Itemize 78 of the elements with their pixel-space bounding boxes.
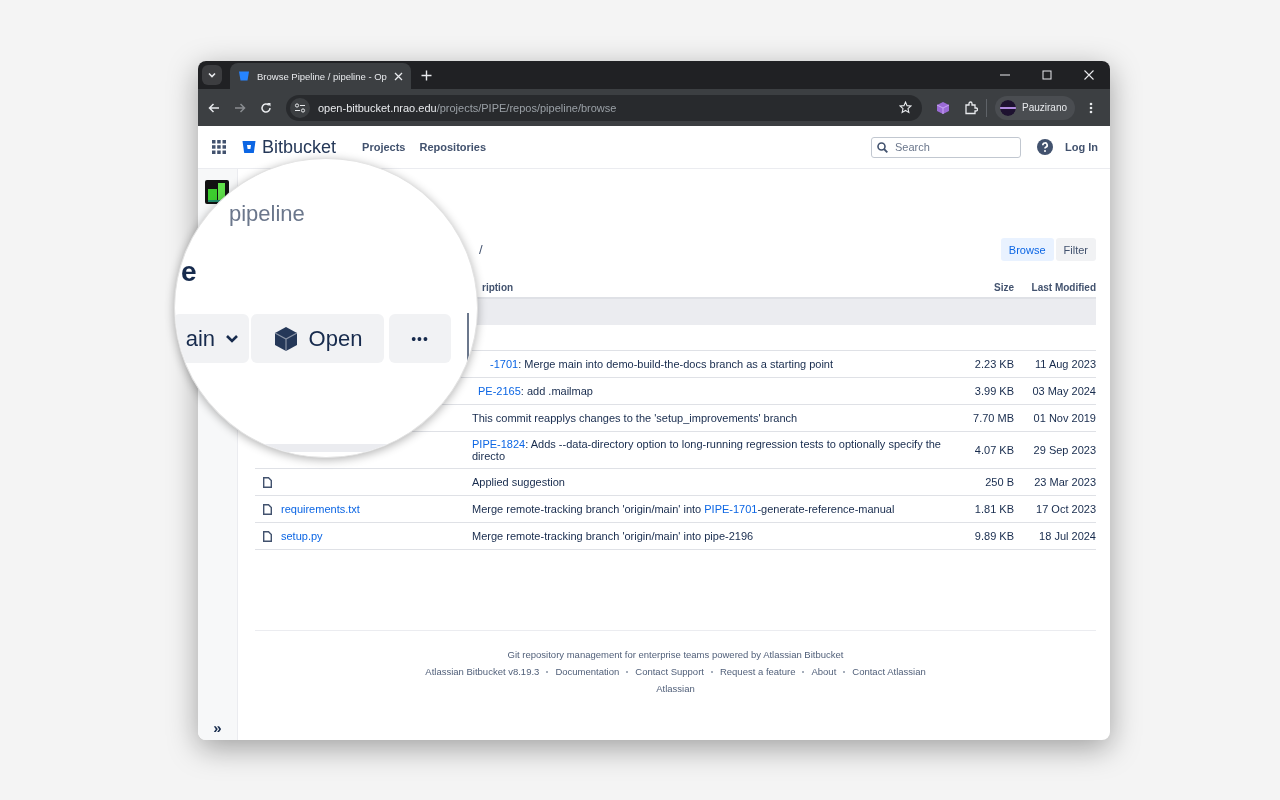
column-header: Size: [993, 281, 1014, 293]
project-avatar-icon[interactable]: [204, 180, 229, 204]
browser-tab[interactable]: Browse Pipeline / pipeline - Op: [230, 63, 411, 89]
file-size: 7.70 MB: [972, 411, 1014, 426]
commit-message: Applied suggestion: [472, 475, 566, 490]
modified-date: 17 Oct 2023: [1035, 502, 1096, 517]
column-header: Last Modified: [1030, 281, 1096, 293]
more-actions-button[interactable]: •••: [389, 314, 451, 363]
file-size: 9.89 KB: [973, 529, 1014, 544]
star-icon[interactable]: [899, 101, 912, 114]
site-info-icon[interactable]: [290, 97, 310, 118]
file-size: 4.07 KB: [973, 443, 1014, 458]
commit-message: This commit reapplys changes to the 'setup_improvements' branch: [472, 411, 799, 426]
login-link[interactable]: Log In: [1065, 141, 1098, 153]
new-tab-icon[interactable]: [420, 69, 432, 81]
back-icon[interactable]: [208, 101, 220, 114]
modified-date: 23 Mar 2023: [1033, 475, 1096, 490]
file-size: 1.81 KB: [973, 502, 1014, 517]
url-text: open-bitbucket.nrao.edu/projects/PIPE/repos/pipeline/browse: [318, 101, 617, 114]
footer-link[interactable]: About: [811, 666, 837, 677]
bucket-icon: [238, 70, 250, 82]
footer-link[interactable]: Contact Atlassian: [852, 666, 926, 677]
file-icon: [263, 476, 272, 488]
menu-icon[interactable]: [1089, 101, 1094, 114]
cube-icon: [272, 325, 299, 352]
app-switcher-icon[interactable]: [212, 140, 226, 154]
help-icon[interactable]: [1037, 139, 1053, 155]
avatar-icon: [1000, 99, 1016, 116]
product-name[interactable]: Bitbucket: [262, 136, 337, 158]
profile-button[interactable]: Pauzirano: [995, 95, 1076, 120]
modified-date: 29 Sep 2023: [1032, 443, 1096, 458]
maximize-icon[interactable]: [1042, 70, 1052, 80]
file-link[interactable]: requirements.txt: [281, 503, 360, 515]
file-link[interactable]: setup.py: [281, 530, 323, 542]
nav-link[interactable]: Repositories: [419, 141, 487, 153]
open-button[interactable]: Open: [251, 314, 384, 363]
column-header: ription: [481, 281, 515, 293]
footer-link[interactable]: Request a feature: [719, 666, 796, 677]
footer-link[interactable]: Contact Support: [635, 666, 704, 677]
tab-list-button[interactable]: [202, 65, 222, 85]
address-bar[interactable]: open-bitbucket.nrao.edu/projects/PIPE/repos/pipeline/browse: [286, 94, 922, 121]
view-toggle-button[interactable]: Browse: [1000, 238, 1054, 261]
modified-date: 01 Nov 2019: [1032, 411, 1096, 426]
cube-icon[interactable]: [936, 100, 950, 115]
chevron-down-icon: [207, 70, 217, 80]
file-size: 2.23 KB: [973, 357, 1014, 372]
file-icon: [263, 530, 272, 542]
puzzle-icon[interactable]: [964, 100, 978, 115]
close-icon[interactable]: [1084, 70, 1094, 80]
reload-icon[interactable]: [260, 101, 272, 114]
footer-link[interactable]: Atlassian Bitbucket v8.19.3: [425, 666, 540, 677]
file-icon: [263, 503, 272, 515]
search-field[interactable]: Search: [871, 136, 1021, 158]
file-size: 3.99 KB: [973, 384, 1014, 399]
footer-tagline: Git repository management for enterprise teams powered by Atlassian Bitbucket: [507, 649, 844, 660]
issue-link[interactable]: PIPE-1701: [704, 503, 758, 515]
bucket-icon[interactable]: [242, 140, 256, 154]
modified-date: 03 May 2024: [1031, 384, 1096, 399]
modified-date: 18 Jul 2024: [1038, 529, 1096, 544]
commit-message: Merge remote-tracking branch 'origin/main' into PIPE-1701-generate-reference-manual: [472, 502, 896, 517]
issue-link[interactable]: PE-2165: [478, 385, 521, 397]
search-icon: [877, 141, 888, 153]
commit-message: Merge remote-tracking branch 'origin/main' into pipe-2196: [472, 529, 755, 544]
tab-title: Browse Pipeline / pipeline - Op: [257, 70, 387, 82]
atlassian-logo-text[interactable]: Atlassian: [656, 683, 695, 694]
branch-selector[interactable]: ain: [175, 314, 249, 363]
breadcrumb-separator: /: [479, 242, 483, 257]
expand-sidebar-button[interactable]: »: [213, 719, 222, 736]
close-icon[interactable]: [393, 71, 403, 81]
modified-date: 11 Aug 2023: [1034, 357, 1096, 372]
footer-link[interactable]: Documentation: [555, 666, 620, 677]
view-toggle-button[interactable]: Filter: [1055, 238, 1096, 261]
file-size: 250 B: [984, 475, 1014, 490]
repository-name: pipeline: [229, 201, 305, 227]
forward-icon[interactable]: [234, 101, 246, 114]
page-heading: e: [181, 256, 197, 288]
nav-link[interactable]: Projects: [362, 141, 406, 153]
caret-icon: [225, 334, 239, 343]
